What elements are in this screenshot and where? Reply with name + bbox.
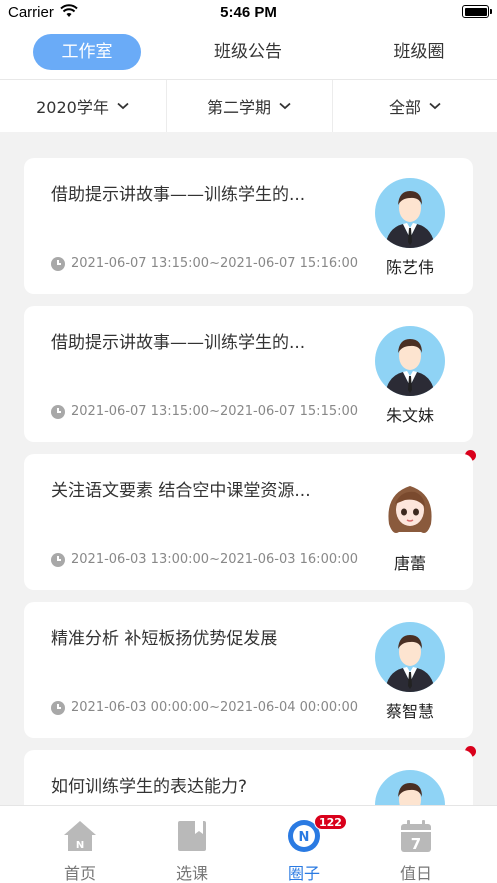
home-icon: N xyxy=(64,821,96,851)
activity-list: 借助提示讲故事——训练学生的... 2021-06-07 13:15:00~20… xyxy=(0,132,497,805)
school-year-label: 2020学年 xyxy=(36,98,109,117)
nav-courses-label: 选课 xyxy=(175,864,208,883)
tab-class-notice[interactable]: 班级公告 xyxy=(194,34,302,70)
item-title: 关注语文要素 结合空中课堂资源... xyxy=(51,481,311,501)
item-time: 2021-06-03 00:00:00~2021-06-04 00:00:00 xyxy=(51,700,358,715)
semester-label: 第二学期 xyxy=(206,98,271,117)
nav-circle-label: 圈子 xyxy=(287,864,320,883)
status-bar: Carrier 5:46 PM xyxy=(0,0,497,26)
chevron-down-icon xyxy=(117,102,129,110)
clock-icon xyxy=(51,552,65,567)
nav-home[interactable]: N 首页 xyxy=(18,806,142,883)
item-time: 2021-06-07 13:15:00~2021-06-07 15:16:00 xyxy=(51,256,358,271)
list-item[interactable]: 借助提示讲故事——训练学生的... 2021-06-07 13:15:00~20… xyxy=(24,306,473,442)
bottom-tab-bar: N 首页 选课 N 122 圈子 7 值日 xyxy=(0,805,497,883)
nav-duty[interactable]: 7 值日 xyxy=(354,806,478,883)
list-item[interactable]: 借助提示讲故事——训练学生的... 2021-06-07 13:15:00~20… xyxy=(24,158,473,294)
avatar xyxy=(375,622,445,692)
clock-icon xyxy=(51,700,65,715)
chevron-down-icon xyxy=(279,102,291,110)
item-title: 如何训练学生的表达能力? xyxy=(51,777,248,797)
list-item[interactable]: 关注语文要素 结合空中课堂资源... 2021-06-03 13:00:00~2… xyxy=(24,454,473,590)
author-name: 唐蕾 xyxy=(393,554,426,573)
list-item[interactable]: 精准分析 补短板扬优势促发展 2021-06-03 00:00:00~2021-… xyxy=(24,602,473,738)
list-item[interactable]: 如何训练学生的表达能力? xyxy=(24,750,473,805)
notification-badge: 122 xyxy=(314,814,347,830)
course-icon xyxy=(178,821,206,851)
author-name: 朱文妹 xyxy=(385,406,434,425)
clock-icon xyxy=(51,404,65,419)
school-year-dropdown[interactable]: 2020学年 xyxy=(0,80,165,132)
tab-studio[interactable]: 工作室 xyxy=(33,34,141,70)
item-title: 借助提示讲故事——训练学生的... xyxy=(51,185,306,205)
semester-dropdown[interactable]: 第二学期 xyxy=(166,80,331,132)
category-label: 全部 xyxy=(388,98,421,117)
nav-courses[interactable]: 选课 xyxy=(130,806,254,883)
avatar xyxy=(375,326,445,396)
item-time-text: 2021-06-03 00:00:00~2021-06-04 00:00:00 xyxy=(71,700,359,715)
filter-bar: 2020学年 第二学期 全部 xyxy=(0,80,497,132)
avatar xyxy=(375,770,445,805)
nav-circle[interactable]: N 122 圈子 xyxy=(242,806,366,883)
chevron-down-icon xyxy=(429,102,441,110)
item-time: 2021-06-07 13:15:00~2021-06-07 15:15:00 xyxy=(51,404,358,419)
battery-icon xyxy=(462,5,492,18)
author-name: 蔡智慧 xyxy=(385,702,434,721)
calendar-icon: 7 xyxy=(401,820,431,853)
category-dropdown[interactable]: 全部 xyxy=(332,80,497,132)
tab-class-circle[interactable]: 班级圈 xyxy=(365,34,473,70)
item-time-text: 2021-06-07 13:15:00~2021-06-07 15:16:00 xyxy=(71,256,359,271)
nav-home-label: 首页 xyxy=(63,864,96,883)
item-title: 精准分析 补短板扬优势促发展 xyxy=(51,629,278,649)
top-tabs: 工作室 班级公告 班级圈 xyxy=(0,26,497,80)
item-title: 借助提示讲故事——训练学生的... xyxy=(51,333,306,353)
clock-icon xyxy=(51,256,65,271)
author-name: 陈艺伟 xyxy=(385,258,434,277)
nav-duty-label: 值日 xyxy=(399,864,432,883)
item-time: 2021-06-03 13:00:00~2021-06-03 16:00:00 xyxy=(51,552,358,567)
calendar-day: 7 xyxy=(411,835,421,853)
svg-text:N: N xyxy=(76,840,84,851)
item-time-text: 2021-06-03 13:00:00~2021-06-03 16:00:00 xyxy=(71,552,359,567)
avatar xyxy=(375,178,445,248)
svg-text:N: N xyxy=(299,830,310,845)
avatar xyxy=(375,474,445,544)
clock-time: 5:46 PM xyxy=(220,4,277,21)
item-time-text: 2021-06-07 13:15:00~2021-06-07 15:15:00 xyxy=(71,404,359,419)
